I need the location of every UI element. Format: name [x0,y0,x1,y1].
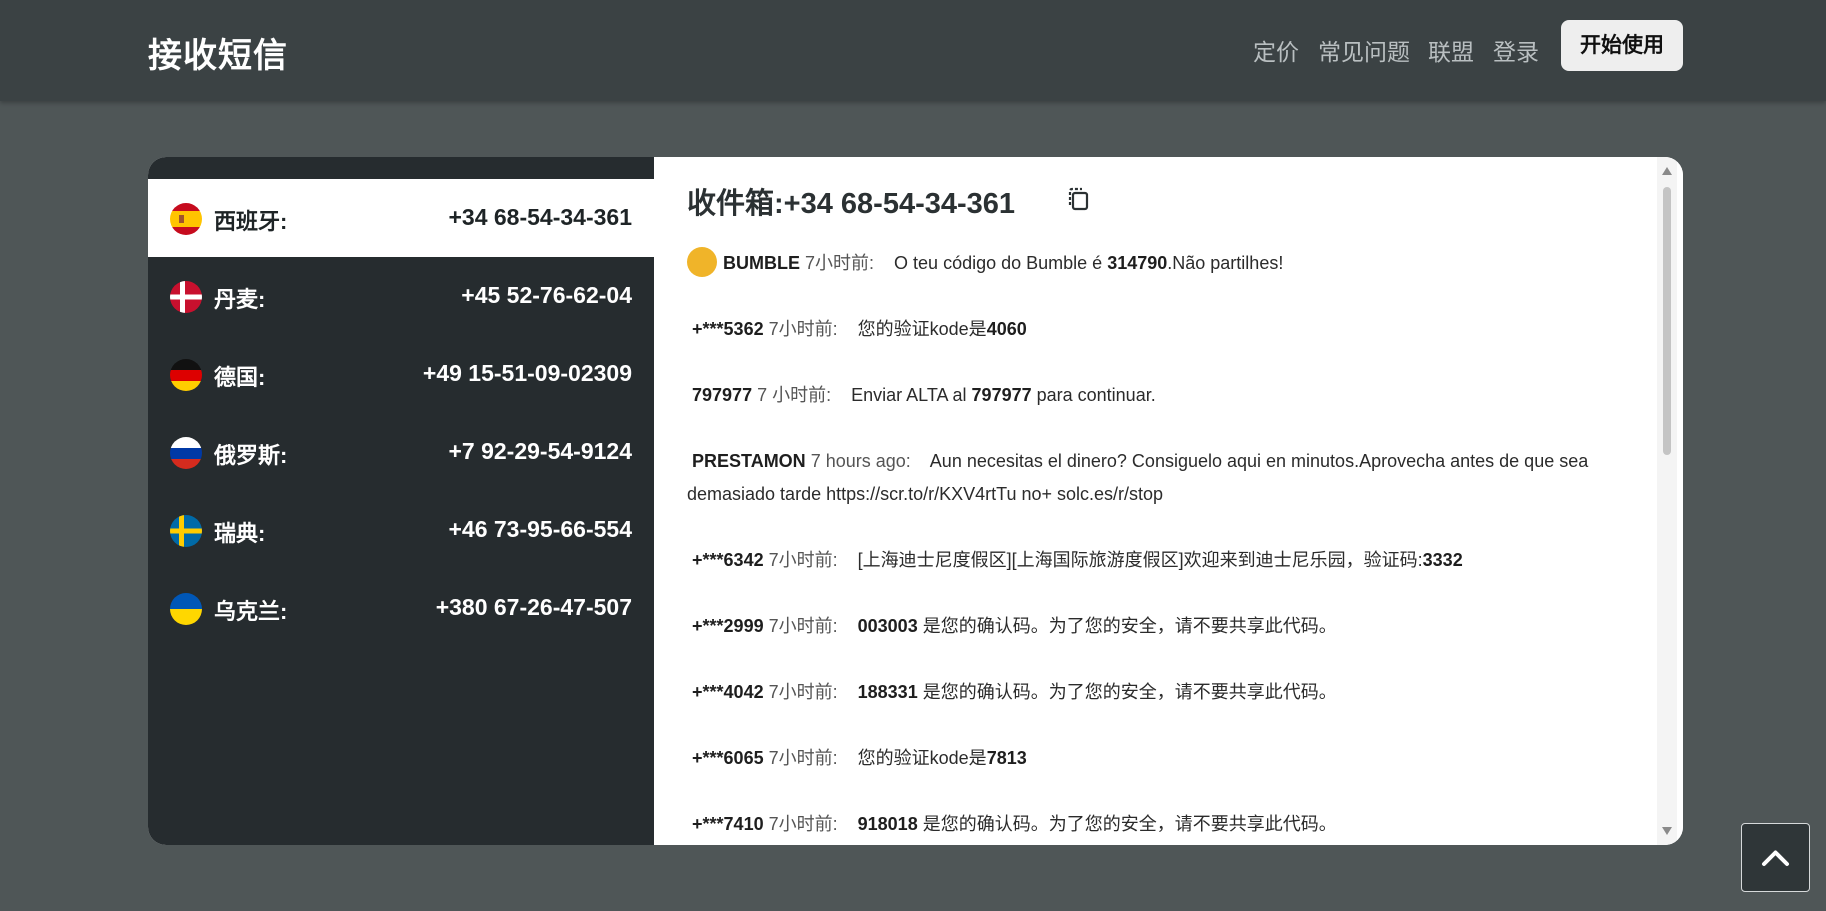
get-started-button[interactable]: 开始使用 [1561,20,1683,71]
ukraine-flag-icon [170,593,202,625]
country-number: +7 92-29-54-9124 [448,438,632,464]
country-item-russia[interactable]: 俄罗斯: +7 92-29-54-9124 [148,413,654,491]
country-number: +49 15-51-09-02309 [422,360,632,386]
scroll-up-arrow-icon[interactable] [1662,167,1672,175]
country-number: +45 52-76-62-04 [461,282,632,308]
country-number: +46 73-95-66-554 [448,516,632,542]
country-item-sweden[interactable]: 瑞典: +46 73-95-66-554 [148,491,654,569]
inbox-panel: 收件箱:+34 68-54-34-361 BUMBLE 7小时前: O teu … [654,157,1683,845]
message-item: +***6342 7小时前: [上海迪士尼度假区][上海国际旅游度假区]欢迎来到… [692,550,1463,570]
sms-panel: 西班牙: +34 68-54-34-361 丹麦: +45 52-76-62-0… [148,157,1683,845]
russia-flag-icon [170,437,202,469]
nav-pricing[interactable]: 定价 [1253,33,1299,67]
message-item: +***7410 7小时前: 918018 是您的确认码。为了您的安全，请不要共… [692,814,1337,834]
inbox-scrollbar[interactable] [1657,157,1677,845]
back-to-top-button[interactable] [1741,823,1810,892]
country-name: 俄罗斯: [214,443,288,468]
country-name: 西班牙: [214,209,288,234]
scroll-thumb[interactable] [1663,187,1671,455]
inbox-title: 收件箱:+34 68-54-34-361 [687,188,1016,220]
country-name: 乌克兰: [214,599,288,624]
chevron-up-icon [1762,850,1789,866]
country-name: 瑞典: [214,521,266,546]
country-item-ukraine[interactable]: 乌克兰: +380 67-26-47-507 [148,569,654,647]
brand-logo-text[interactable]: 接收短信 [148,28,288,77]
scroll-down-arrow-icon[interactable] [1662,827,1672,835]
copy-icon[interactable] [1066,186,1090,212]
spain-flag-icon [170,203,202,235]
germany-flag-icon [170,359,202,391]
sweden-flag-icon [170,515,202,547]
message-item: +***2999 7小时前: 003003 是您的确认码。为了您的安全，请不要共… [692,616,1337,636]
country-list: 西班牙: +34 68-54-34-361 丹麦: +45 52-76-62-0… [148,157,654,845]
message-item: +***4042 7小时前: 188331 是您的确认码。为了您的安全，请不要共… [692,682,1337,702]
nav-affiliate[interactable]: 联盟 [1428,33,1474,67]
message-item: BUMBLE 7小时前: O teu código do Bumble é 31… [687,247,1607,280]
top-navbar: 接收短信 定价 常见问题 联盟 登录 开始使用 [0,0,1826,101]
nav-faq[interactable]: 常见问题 [1318,33,1410,67]
country-number: +380 67-26-47-507 [435,594,632,620]
country-item-spain[interactable]: 西班牙: +34 68-54-34-361 [148,179,654,257]
country-name: 德国: [214,365,266,390]
country-number: +34 68-54-34-361 [448,204,632,230]
nav-login[interactable]: 登录 [1493,33,1539,67]
message-item: PRESTAMON 7 hours ago: Aun necesitas el … [687,451,1589,504]
country-name: 丹麦: [214,287,266,312]
country-item-denmark[interactable]: 丹麦: +45 52-76-62-04 [148,257,654,335]
message-item: +***5362 7小时前: 您的验证kode是4060 [692,319,1027,339]
bumble-logo-icon [687,247,717,278]
message-item: +***6065 7小时前: 您的验证kode是7813 [692,748,1027,768]
denmark-flag-icon [170,281,202,313]
message-item: 797977 7 小时前: Enviar ALTA al 797977 para… [692,385,1156,405]
country-item-germany[interactable]: 德国: +49 15-51-09-02309 [148,335,654,413]
